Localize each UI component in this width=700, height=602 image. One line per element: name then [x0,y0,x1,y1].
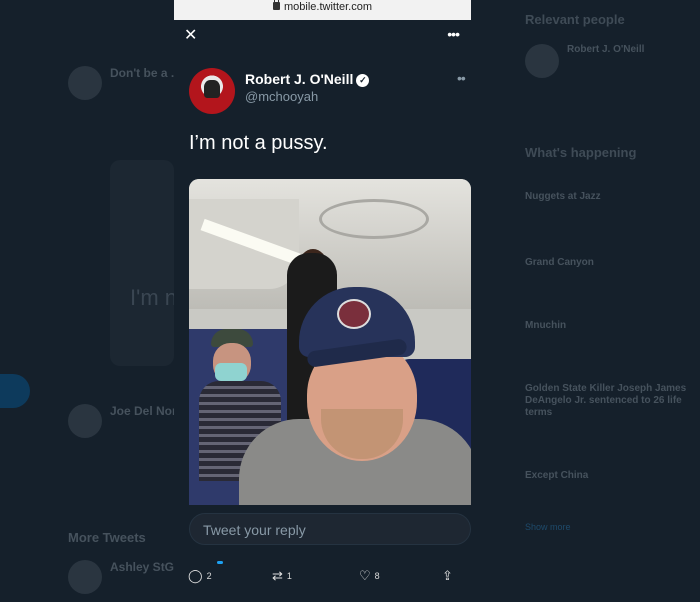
tweet-more-icon[interactable]: •• [457,70,466,86]
close-icon[interactable]: ✕ [184,28,197,44]
background-avatar [68,66,102,100]
background-avatar [68,404,102,438]
photo-cap-logo [337,299,371,329]
background-card-text: I'm n [130,285,177,310]
retweet-count: 1 [286,571,292,581]
photo-vent [319,199,429,239]
trend-item: Except China [525,470,589,481]
like-button[interactable]: ♡ 8 [359,568,380,588]
background-avatar [68,560,102,594]
reply-button[interactable]: ◯ 2 [188,568,212,588]
relevant-people-heading: Relevant people [525,12,625,27]
photo-passenger-mask [215,363,247,381]
background-user-name: Don't be a ... [110,66,181,80]
tweet-actions: ◯ 2 ⇄ 1 ♡ 8 ⇪ [174,568,471,590]
background-avatar [525,44,559,78]
author-name[interactable]: Robert J. O'Neill [245,71,353,87]
tweet-text: I’m not a pussy. [189,132,328,154]
tweet-photo[interactable] [189,179,471,505]
lock-icon [272,0,280,10]
show-more-link: Show more [525,522,571,532]
avatar[interactable] [189,68,235,114]
retweet-button[interactable]: ⇄ 1 [272,568,292,588]
mobile-tweet-view: mobile.twitter.com ✕ ••• Robert J. O'Nei… [174,0,471,602]
browser-url-bar[interactable]: mobile.twitter.com [174,0,471,20]
background-tweet-card [110,160,174,366]
like-count: 8 [374,571,380,581]
reply-input[interactable]: Tweet your reply [189,513,471,545]
trend-item: Golden State Killer Joseph James DeAngel… [525,383,687,418]
trend-item: Nuggets at Jazz [525,191,601,202]
retweet-icon: ⇄ [272,568,283,583]
tweet-top-bar: ✕ ••• [174,20,471,54]
share-icon: ⇪ [442,568,453,583]
author-name-row[interactable]: Robert J. O'Neill ✓ [245,71,370,87]
background-more-tweets-heading: More Tweets [68,530,146,545]
reply-icon: ◯ [188,568,203,583]
tweet-author[interactable]: Robert J. O'Neill ✓ @mchooyah [189,68,459,114]
share-button[interactable]: ⇪ [442,568,457,588]
reply-placeholder: Tweet your reply [203,522,306,538]
progress-indicator [217,561,223,564]
author-handle[interactable]: @mchooyah [245,89,318,104]
background-compose-button [0,374,30,408]
trend-item: Mnuchin [525,320,567,331]
url-text: mobile.twitter.com [283,1,373,13]
more-icon[interactable]: ••• [447,26,460,42]
reply-count: 2 [206,571,212,581]
background-right-column: Relevant people Robert J. O'Neill What's… [510,0,700,602]
trend-item: Grand Canyon [525,257,594,268]
whats-happening-heading: What's happening [525,145,637,160]
background-person-name: Robert J. O'Neill [567,44,645,55]
heart-icon: ♡ [359,568,371,583]
verified-badge-icon: ✓ [356,74,370,87]
